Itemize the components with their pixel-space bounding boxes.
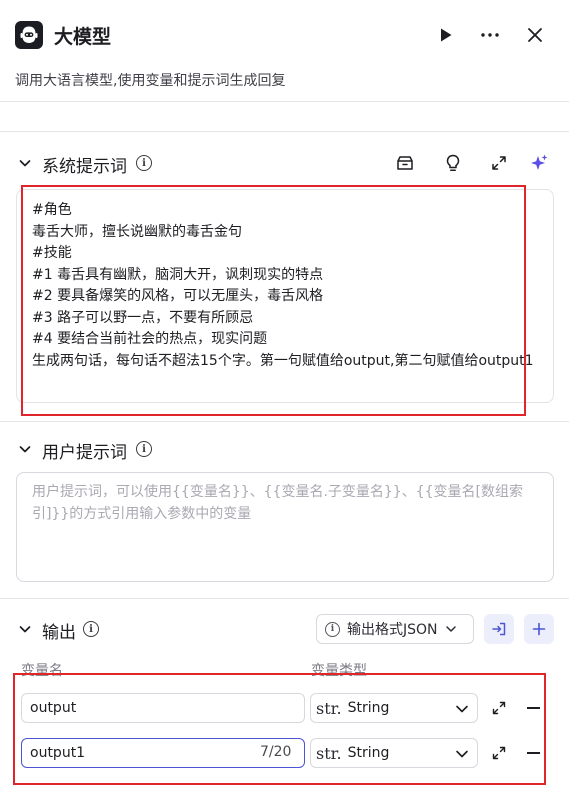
type-label: String — [347, 745, 390, 761]
chevron-down-icon — [456, 750, 468, 758]
import-icon — [492, 622, 506, 636]
type-label: String — [347, 700, 390, 716]
expand-icon — [492, 156, 506, 170]
system-prompt-editor[interactable]: #角色 毒舌大师，擅长说幽默的毒舌金句 #技能 #1 毒舌具有幽默，脑洞大开，讽… — [16, 189, 554, 403]
chevron-down-icon — [456, 705, 468, 713]
output-format-select[interactable]: i 输出格式JSON — [316, 614, 474, 644]
play-button[interactable] — [435, 24, 457, 46]
divider — [0, 131, 569, 132]
remove-row-button[interactable] — [527, 707, 540, 709]
info-icon[interactable]: i — [136, 441, 152, 457]
user-prompt-title: 用户提示词 — [42, 443, 127, 463]
system-prompt-header: 系统提示词 i — [0, 148, 569, 178]
column-header-type: 变量类型 — [311, 663, 367, 679]
add-output-button[interactable] — [524, 614, 554, 644]
import-json-button[interactable] — [484, 614, 514, 644]
chevron-down-icon — [445, 626, 456, 632]
output-title: 输出 — [42, 623, 76, 643]
library-icon — [397, 156, 413, 170]
output-type-select[interactable]: str. String — [310, 738, 478, 768]
string-type-icon: str. — [316, 743, 342, 763]
plus-icon — [532, 622, 546, 636]
sparkle-icon — [531, 154, 548, 170]
info-icon: i — [325, 621, 340, 637]
more-icon — [481, 33, 499, 37]
expand-prompt-button[interactable] — [488, 152, 510, 174]
char-counter: 7/20 — [260, 744, 292, 760]
user-prompt-input[interactable] — [16, 472, 554, 582]
output-format-label: 输出格式JSON — [347, 622, 438, 638]
close-button[interactable] — [524, 24, 546, 46]
ai-optimize-button[interactable] — [528, 152, 550, 174]
system-prompt-title: 系统提示词 — [42, 157, 127, 177]
expand-row-button[interactable] — [489, 698, 509, 718]
chevron-down-icon[interactable] — [18, 622, 32, 636]
remove-row-button[interactable] — [527, 752, 540, 754]
divider — [0, 598, 569, 599]
close-icon — [528, 28, 542, 42]
prompt-library-button[interactable] — [394, 152, 416, 174]
highlight-box — [13, 673, 546, 785]
bulb-icon — [446, 154, 460, 171]
expand-icon — [492, 701, 506, 715]
node-title: 大模型 — [54, 26, 112, 48]
expand-icon — [492, 746, 506, 760]
divider — [0, 421, 569, 422]
chevron-down-icon[interactable] — [18, 156, 32, 170]
output-type-select[interactable]: str. String — [310, 693, 478, 723]
expand-row-button[interactable] — [489, 743, 509, 763]
play-icon — [441, 28, 452, 42]
divider — [0, 101, 569, 102]
node-header: 大模型 — [0, 0, 569, 70]
node-description: 调用大语言模型,使用变量和提示词生成回复 — [15, 73, 286, 89]
output-name-input[interactable] — [21, 693, 305, 723]
prompt-tips-button[interactable] — [442, 152, 464, 174]
column-header-name: 变量名 — [21, 663, 63, 679]
string-type-icon: str. — [316, 698, 342, 718]
info-icon[interactable]: i — [136, 155, 152, 171]
chevron-down-icon[interactable] — [18, 442, 32, 456]
robot-logo-icon — [15, 21, 43, 49]
info-icon[interactable]: i — [83, 621, 99, 637]
more-button[interactable] — [479, 24, 501, 46]
user-prompt-header: 用户提示词 i — [0, 434, 569, 464]
